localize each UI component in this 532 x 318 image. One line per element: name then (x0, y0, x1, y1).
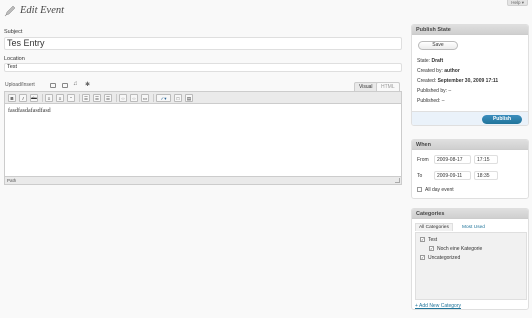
editor: B I abc ≡ ≡ “ ☰ ☰ ☰ ∞ ∞ ▭ ✓▾ □ ▤ fasdfas… (4, 91, 402, 185)
published-value: – (441, 98, 445, 104)
unlink-icon[interactable]: ∞ (130, 94, 138, 102)
published-label: Published: (417, 98, 441, 104)
published-by-row: Published by: – (417, 88, 451, 94)
spellcheck-icon[interactable]: ✓▾ (156, 94, 171, 102)
editor-path-bar: Path (5, 176, 401, 184)
location-label: Location (4, 56, 25, 62)
fullscreen-icon[interactable]: □ (174, 94, 182, 102)
add-new-category-link[interactable]: + Add New Category (415, 303, 461, 309)
category-label-test: Test (428, 237, 438, 243)
all-day-checkbox[interactable] (417, 187, 422, 192)
created-by-label: Created by: (417, 68, 443, 74)
from-date-input[interactable]: 2009-08-17 (434, 155, 471, 164)
published-by-label: Published by: (417, 88, 448, 94)
from-time-input[interactable]: 17:15 (474, 155, 498, 164)
tab-all-categories[interactable]: All Categories (415, 223, 453, 231)
tab-html[interactable]: HTML (376, 82, 400, 91)
to-time-input[interactable]: 18:35 (474, 171, 498, 180)
category-checkbox-test[interactable]: ✓ (420, 237, 425, 242)
publish-actions: Publish (412, 111, 528, 125)
category-label-uncategorized: Uncategorized (428, 255, 461, 261)
add-audio-icon[interactable]: ♫ (73, 81, 78, 87)
categories-box-title[interactable]: Categories (412, 209, 528, 219)
published-row: Published: – (417, 98, 445, 104)
location-input[interactable]: Test (4, 63, 402, 72)
to-date-input[interactable]: 2009-09-11 (434, 171, 471, 180)
upload-insert-label: Upload/Insert (5, 82, 35, 88)
add-media-icon[interactable]: ✱ (85, 81, 90, 88)
created-by-row: Created by: author (417, 68, 460, 74)
align-center-icon[interactable]: ☰ (93, 94, 101, 102)
toolbar-divider (42, 94, 43, 102)
publish-button[interactable]: Publish (482, 115, 522, 124)
subject-input[interactable]: Tes Entry (4, 37, 402, 50)
help-tab[interactable]: Help ▾ (507, 0, 528, 6)
publish-box: Publish State Save State: Draft Created … (411, 24, 529, 126)
published-by-value: – (448, 88, 452, 94)
category-checkbox-uncategorized[interactable]: ✓ (420, 255, 425, 260)
category-list: ✓ Test ✓ Noch eine Kategorie ✓ Uncategor… (415, 232, 527, 300)
tab-most-used[interactable]: Most Used (460, 224, 487, 231)
categories-box: Categories All Categories Most Used ✓ Te… (411, 208, 529, 310)
tab-visual[interactable]: Visual (354, 82, 378, 91)
strikethrough-button[interactable]: abc (30, 94, 38, 102)
page-title: Edit Event (20, 5, 65, 16)
subject-label: Subject (4, 29, 23, 35)
add-image-icon[interactable] (50, 83, 56, 88)
editor-toolbar: B I abc ≡ ≡ “ ☰ ☰ ☰ ∞ ∞ ▭ ✓▾ □ ▤ (5, 92, 401, 104)
when-box-title[interactable]: When (412, 140, 528, 150)
editor-content[interactable]: fasdfasdafasdfasd (8, 108, 51, 114)
to-label: To (417, 173, 423, 179)
align-right-icon[interactable]: ☰ (104, 94, 112, 102)
bullet-list-icon[interactable]: ≡ (45, 94, 53, 102)
state-label: State: (417, 58, 431, 64)
category-checkbox-noch-eine-kategorie[interactable]: ✓ (429, 246, 434, 251)
toolbar-divider (116, 94, 117, 102)
from-label: From (417, 157, 429, 163)
toolbar-divider (153, 94, 154, 102)
edit-pen-icon (4, 5, 16, 17)
created-label: Created: (417, 78, 437, 84)
blockquote-button[interactable]: “ (67, 94, 75, 102)
kitchen-sink-icon[interactable]: ▤ (185, 94, 193, 102)
add-video-icon[interactable] (62, 83, 68, 88)
created-row: Created: September 30, 2009 17:11 (417, 78, 498, 84)
italic-button[interactable]: I (19, 94, 27, 102)
created-by-value: author (444, 68, 460, 74)
state-value: Draft (431, 58, 444, 64)
when-box: When From 2009-08-17 17:15 To 2009-09-11… (411, 139, 529, 199)
resize-grip-icon[interactable] (395, 178, 400, 183)
save-button[interactable]: Save (418, 41, 458, 50)
bold-button[interactable]: B (8, 94, 16, 102)
numbered-list-icon[interactable]: ≡ (56, 94, 64, 102)
created-value: September 30, 2009 17:11 (437, 78, 499, 84)
align-left-icon[interactable]: ☰ (82, 94, 90, 102)
all-day-label: All day event (425, 187, 454, 193)
toolbar-divider (79, 94, 80, 102)
publish-box-title[interactable]: Publish State (412, 25, 528, 35)
state-row: State: Draft (417, 58, 443, 64)
category-label-noch-eine-kategorie: Noch eine Kategorie (437, 246, 483, 252)
insert-link-icon[interactable]: ∞ (119, 94, 127, 102)
insert-more-icon[interactable]: ▭ (141, 94, 149, 102)
